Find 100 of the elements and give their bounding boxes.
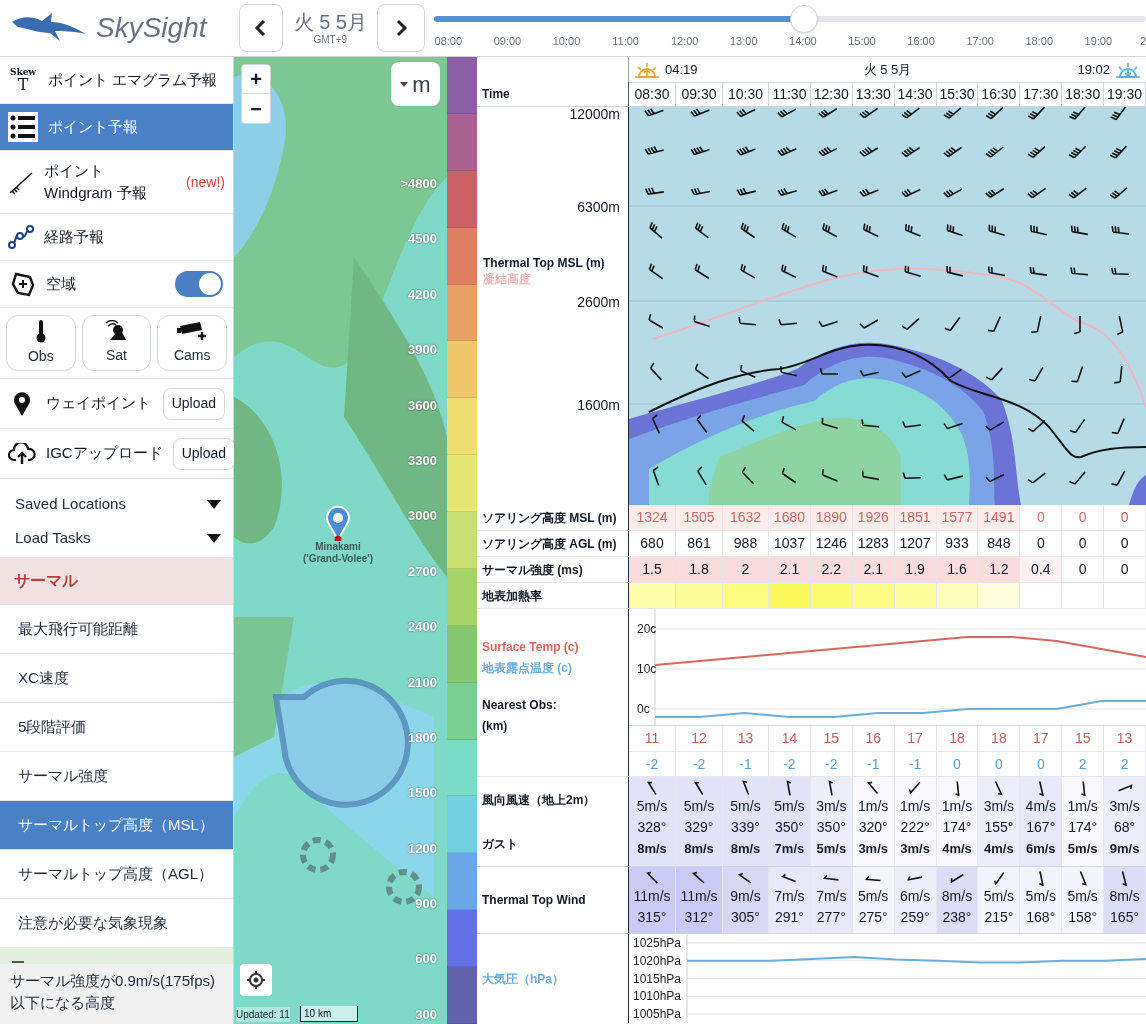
legend-value: 3300: [408, 451, 437, 470]
layer-button[interactable]: Obs: [6, 315, 76, 371]
wind-speed: 5m/s: [1067, 887, 1098, 906]
list-icon: [8, 112, 38, 142]
caret-down-icon: [400, 81, 409, 87]
table-cell: 17: [894, 726, 937, 751]
legend-value: 3600: [408, 396, 437, 415]
time-tick-label: 18:00: [1024, 34, 1054, 49]
wind-direction: 168°: [1026, 908, 1056, 927]
wind-direction: 174°: [1068, 818, 1098, 837]
table-cell: 1246: [810, 531, 853, 556]
legend-value: 2700: [408, 562, 437, 581]
route-nodes-icon: [8, 224, 34, 250]
wind-direction: 158°: [1068, 908, 1098, 927]
wind-direction: 222°: [900, 818, 930, 837]
gust-speed: 3m/s: [858, 840, 889, 858]
previous-day-button[interactable]: [239, 4, 284, 52]
zoom-out-button[interactable]: −: [242, 94, 270, 123]
upload-button[interactable]: Upload: [172, 437, 236, 470]
table-cell: 2: [1104, 752, 1146, 776]
table-cell: 15: [1062, 726, 1105, 751]
next-day-button[interactable]: [377, 4, 426, 52]
table-cell: 680: [629, 531, 676, 556]
time-tick-label: 15:00: [847, 34, 877, 49]
sunrise-icon: [635, 61, 659, 78]
locate-button[interactable]: [240, 964, 272, 996]
gust-speed: 5m/s: [1067, 840, 1098, 858]
menu-item[interactable]: ポイント予報: [0, 104, 233, 151]
time-tick-label: 14:00: [788, 34, 818, 49]
wind-speed: 3m/s: [983, 797, 1015, 816]
table-cell: 1890: [810, 505, 853, 530]
wind-direction: 315°: [637, 908, 667, 927]
layer-option[interactable]: サーマルトップ高度（MSL）: [0, 801, 233, 850]
time-column-header: 13:30: [852, 82, 895, 106]
wind-speed: 1m/s: [858, 797, 889, 816]
obs-label: Nearest Obs:: [482, 697, 558, 714]
time-column-header: 10:30: [723, 82, 769, 106]
wind-direction-icon: [908, 781, 922, 795]
layer-description: サーマル強度が0.9m/s(175fps)以下になる高度: [10, 971, 217, 1013]
time-tick-label: 08:00: [433, 34, 464, 49]
wind-direction-icon: [645, 871, 659, 885]
gust-speed: 6m/s: [1025, 840, 1056, 858]
layer-button[interactable]: Cams: [157, 315, 227, 371]
wind-speed: 3m/s: [816, 797, 847, 816]
table-cell: 0: [936, 752, 979, 776]
wind-speed: 5m/s: [983, 887, 1015, 906]
table-cell: 1680: [769, 505, 811, 530]
time-column-header: 18:30: [1062, 82, 1105, 106]
table-cell: 1491: [978, 505, 1021, 530]
airspace-toggle[interactable]: [175, 271, 223, 297]
row-label: 風向風速（地上2m）: [482, 791, 597, 809]
time-tick-label: 12:00: [669, 34, 700, 49]
zoom-in-button[interactable]: +: [242, 65, 270, 94]
time-column-header: 09:30: [676, 82, 723, 106]
table-cell: 1.9: [894, 557, 937, 582]
caret-down-icon: [207, 499, 221, 509]
dropdown-toggle[interactable]: Load Tasks: [0, 521, 233, 555]
table-cell: 1207: [894, 531, 937, 556]
wind-direction: 167°: [1026, 818, 1056, 837]
table-cell: -2: [629, 752, 676, 776]
table-cell: 1632: [723, 505, 769, 530]
time-column-header: 15:30: [936, 82, 979, 106]
dropdown-toggle[interactable]: Saved Locations: [0, 487, 233, 521]
time-slider[interactable]: [433, 5, 1146, 33]
gust-speed: 8m/s: [684, 840, 714, 858]
wind-barb-icon: [8, 169, 34, 195]
y-tick-label: 1025hPa: [633, 935, 682, 950]
y-axis-label: 2600m: [577, 295, 620, 309]
wind-direction: 174°: [942, 818, 972, 837]
time-column-header: 12:30: [810, 82, 853, 106]
wind-speed: 5m/s: [730, 797, 761, 816]
table-cell: 1.5: [629, 557, 676, 582]
table-cell: 12: [676, 726, 723, 751]
unit-dropdown[interactable]: m: [391, 62, 440, 106]
time-column-header: 08:30: [629, 82, 676, 106]
wind-speed: 9m/s: [730, 887, 761, 906]
table-cell: 1.8: [676, 557, 723, 582]
y-axis-label: 1600m: [577, 398, 620, 412]
legend-value: 1200: [408, 839, 437, 858]
wind-direction-icon: [646, 780, 658, 796]
layer-button[interactable]: Sat: [81, 315, 152, 371]
wind-direction: 238°: [942, 908, 972, 927]
time-column-header: 11:30: [769, 82, 811, 106]
map-pin-icon[interactable]: [326, 505, 350, 541]
time-slider-thumb[interactable]: [790, 5, 819, 33]
wind-speed: 1m/s: [941, 797, 973, 816]
upload-button[interactable]: Upload: [162, 387, 225, 420]
wind-speed: 11m/s: [680, 887, 718, 906]
wind-direction: 291°: [774, 908, 804, 927]
updated-label: Updated: 11: [236, 1007, 290, 1022]
airspace-shape-icon: [10, 271, 36, 297]
table-cell: -1: [894, 752, 937, 776]
table-cell: 848: [978, 531, 1021, 556]
table-cell: 14: [769, 726, 811, 751]
table-cell: 1926: [852, 505, 895, 530]
wind-direction: 215°: [984, 908, 1014, 927]
table-cell: 11: [629, 726, 676, 751]
scale-bar: 10 km: [300, 1006, 358, 1022]
table-cell: 0: [978, 752, 1021, 776]
table-cell: -1: [723, 752, 769, 776]
